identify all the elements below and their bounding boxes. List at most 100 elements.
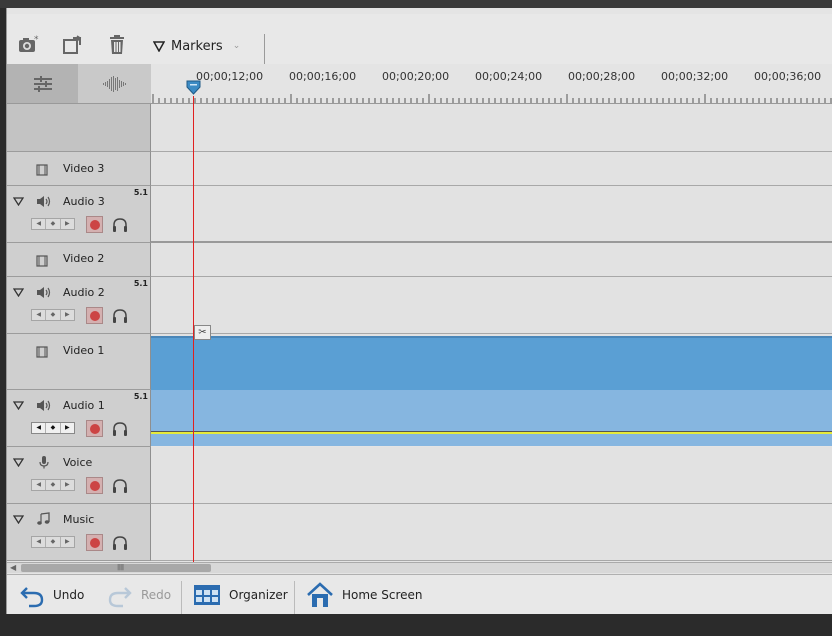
- record-button[interactable]: [86, 477, 103, 494]
- keyframe-nav-controls[interactable]: ◀ ◆ ▶: [31, 536, 75, 548]
- audio-volume-line[interactable]: [151, 431, 832, 434]
- collapse-triangle-icon[interactable]: [13, 515, 24, 524]
- svg-text:*: *: [34, 35, 39, 45]
- timeline-toolbar: * Markers ⌄: [7, 14, 832, 64]
- music-note-icon[interactable]: [36, 512, 50, 526]
- track-header-audio1[interactable]: 5.1 Audio 1 ◀ ◆ ▶: [7, 390, 151, 447]
- channel-badge: 5.1: [133, 392, 148, 401]
- chevron-down-icon: ⌄: [232, 41, 241, 51]
- redo-button[interactable]: Redo: [107, 575, 171, 615]
- track-name: Video 2: [63, 252, 105, 265]
- app-root: * Markers ⌄ 00;00;12;00 00;00;16;00 00;0…: [0, 0, 832, 636]
- record-button[interactable]: [86, 420, 103, 437]
- track-view-button[interactable]: [7, 64, 78, 103]
- export-frame-icon[interactable]: [61, 34, 85, 56]
- speaker-icon[interactable]: [36, 195, 52, 208]
- footer-separator: [294, 581, 295, 615]
- speaker-icon[interactable]: [36, 399, 52, 412]
- undo-button[interactable]: Undo: [19, 575, 84, 615]
- undo-label: Undo: [53, 588, 85, 602]
- track-name: Audio 2: [63, 286, 105, 299]
- track-lane-video2[interactable]: [151, 243, 832, 277]
- track-lane-music[interactable]: [151, 504, 832, 561]
- film-icon: [36, 346, 48, 358]
- record-button[interactable]: [86, 534, 103, 551]
- top-frame-strip: [0, 0, 832, 8]
- track-header-voice[interactable]: Voice ◀ ◆ ▶: [7, 447, 151, 504]
- headphones-icon[interactable]: [111, 308, 129, 324]
- track-lane-audio2[interactable]: [151, 277, 832, 334]
- footer-bar: Undo Redo Organizer Home Screen: [7, 574, 832, 615]
- camera-icon[interactable]: *: [17, 34, 41, 56]
- track-name: Video 3: [63, 162, 105, 175]
- headphones-icon[interactable]: [111, 217, 129, 233]
- keyframe-nav-controls[interactable]: ◀ ◆ ▶: [31, 479, 75, 491]
- scroll-grip-icon: ||||||: [117, 564, 124, 571]
- track-header-video3[interactable]: Video 3: [7, 152, 151, 186]
- collapse-triangle-icon[interactable]: [13, 458, 24, 467]
- waveform-icon: [102, 75, 126, 92]
- playhead-handle[interactable]: [186, 80, 201, 95]
- organizer-button[interactable]: Organizer: [193, 575, 288, 615]
- keyframe-nav-controls[interactable]: ◀ ◆ ▶: [31, 309, 75, 321]
- headphones-icon[interactable]: [111, 535, 129, 551]
- keyframe-nav-controls[interactable]: ◀ ◆ ▶: [31, 422, 75, 434]
- timecode-ruler[interactable]: 00;00;12;00 00;00;16;00 00;00;20;00 00;0…: [151, 64, 832, 104]
- film-icon: [36, 164, 48, 176]
- empty-track-lane[interactable]: [151, 104, 832, 152]
- track-name: Audio 1: [63, 399, 105, 412]
- redo-label: Redo: [141, 588, 172, 602]
- record-button[interactable]: [86, 307, 103, 324]
- track-name: Music: [63, 513, 95, 526]
- record-button[interactable]: [86, 216, 103, 233]
- organizer-label: Organizer: [229, 588, 288, 602]
- ruler-label: 00;00;32;00: [661, 70, 729, 83]
- headphones-icon[interactable]: [111, 478, 129, 494]
- collapse-triangle-icon[interactable]: [13, 288, 24, 297]
- ruler-label: 00;00;12;00: [196, 70, 264, 83]
- ruler-label: 00;00;24;00: [475, 70, 543, 83]
- scrollbar-thumb[interactable]: [21, 564, 211, 572]
- markers-dropdown[interactable]: Markers ⌄: [153, 36, 240, 56]
- track-header-video2[interactable]: Video 2: [7, 243, 151, 277]
- undo-icon: [20, 587, 44, 608]
- track-name: Video 1: [63, 344, 105, 357]
- track-lane-video3[interactable]: [151, 152, 832, 186]
- markers-label: Markers: [171, 38, 223, 54]
- microphone-icon[interactable]: [38, 455, 50, 469]
- scroll-left-icon[interactable]: ◀: [10, 563, 16, 572]
- ruler-label: 00;00;20;00: [382, 70, 450, 83]
- ruler-label: 00;00;16;00: [289, 70, 357, 83]
- trash-icon[interactable]: [105, 34, 129, 56]
- audio-waveform-view-button[interactable]: [79, 64, 150, 103]
- film-icon: [36, 255, 48, 267]
- bottom-frame-strip: [0, 614, 832, 636]
- collapse-triangle-icon[interactable]: [13, 197, 24, 206]
- footer-separator: [181, 581, 182, 615]
- track-view-toggle: [7, 64, 151, 104]
- scissors-icon[interactable]: ✂: [194, 325, 211, 340]
- track-lane-audio3[interactable]: [151, 186, 832, 243]
- redo-icon: [108, 587, 132, 608]
- track-header-audio2[interactable]: 5.1 Audio 2 ◀ ◆ ▶: [7, 277, 151, 334]
- track-header-video1[interactable]: Video 1: [7, 334, 151, 390]
- channel-badge: 5.1: [133, 188, 148, 197]
- video-clip[interactable]: [151, 336, 832, 390]
- track-lane-voice[interactable]: [151, 447, 832, 504]
- track-header-music[interactable]: Music ◀ ◆ ▶: [7, 504, 151, 561]
- speaker-icon[interactable]: [36, 286, 52, 299]
- track-header-audio3[interactable]: 5.1 Audio 3 ◀ ◆ ▶: [7, 186, 151, 243]
- headphones-icon[interactable]: [111, 421, 129, 437]
- collapse-triangle-icon[interactable]: [13, 401, 24, 410]
- home-screen-label: Home Screen: [342, 588, 423, 602]
- empty-track-header: [7, 104, 151, 152]
- ruler-ticks: [152, 94, 832, 103]
- home-screen-button[interactable]: Home Screen: [306, 575, 423, 615]
- audio-clip[interactable]: [151, 390, 832, 446]
- marker-icon: [153, 41, 165, 52]
- keyframe-nav-controls[interactable]: ◀ ◆ ▶: [31, 218, 75, 230]
- horizontal-scrollbar[interactable]: ◀ ||||||: [7, 562, 832, 573]
- timeline-window: * Markers ⌄ 00;00;12;00 00;00;16;00 00;0…: [6, 8, 832, 615]
- track-name: Audio 3: [63, 195, 105, 208]
- channel-badge: 5.1: [133, 279, 148, 288]
